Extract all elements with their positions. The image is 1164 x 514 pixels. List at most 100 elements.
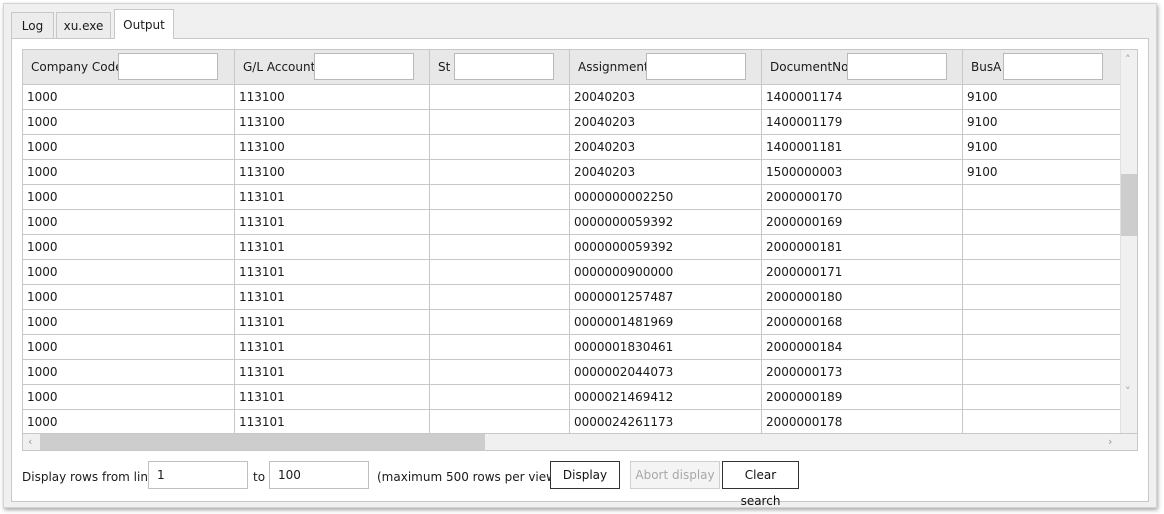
table-cell[interactable] bbox=[963, 235, 1120, 259]
table-row[interactable]: 1000 113101 0000021469412 2000000189 bbox=[23, 385, 1120, 410]
table-row[interactable]: 1000 113101 0000000059392 2000000181 bbox=[23, 235, 1120, 260]
table-cell[interactable]: 1000 bbox=[23, 135, 235, 159]
table-cell[interactable] bbox=[963, 285, 1120, 309]
filter-documentno[interactable] bbox=[847, 53, 947, 80]
filter-assignment[interactable] bbox=[646, 53, 746, 80]
table-cell[interactable]: 1400001174 bbox=[762, 85, 963, 109]
table-cell[interactable]: 9100 bbox=[963, 135, 1120, 159]
table-cell[interactable]: 1000 bbox=[23, 335, 235, 359]
column-header-documentno[interactable]: DocumentNo bbox=[762, 50, 963, 84]
column-header-st[interactable]: St bbox=[430, 50, 570, 84]
table-cell[interactable]: 1000 bbox=[23, 285, 235, 309]
table-cell[interactable] bbox=[963, 360, 1120, 384]
table-cell[interactable]: 1000 bbox=[23, 260, 235, 284]
table-cell[interactable]: 113100 bbox=[235, 110, 430, 134]
table-cell[interactable]: 0000000059392 bbox=[570, 235, 762, 259]
table-cell[interactable]: 2000000173 bbox=[762, 360, 963, 384]
table-row[interactable]: 1000 113101 0000001481969 2000000168 bbox=[23, 310, 1120, 335]
table-cell[interactable] bbox=[430, 310, 570, 334]
tab-xu-exe[interactable]: xu.exe bbox=[56, 12, 111, 38]
column-header-gl-account[interactable]: G/L Account bbox=[235, 50, 430, 84]
from-line-input[interactable]: 1 bbox=[148, 461, 248, 489]
table-row[interactable]: 1000 113101 0000000900000 2000000171 bbox=[23, 260, 1120, 285]
table-row[interactable]: 1000 113101 0000000059392 2000000169 bbox=[23, 210, 1120, 235]
table-cell[interactable] bbox=[963, 260, 1120, 284]
table-cell[interactable] bbox=[430, 85, 570, 109]
table-cell[interactable] bbox=[430, 110, 570, 134]
table-cell[interactable] bbox=[430, 235, 570, 259]
filter-company-code[interactable] bbox=[118, 53, 218, 80]
table-row[interactable]: 1000 113100 20040203 1400001179 9100 bbox=[23, 110, 1120, 135]
abort-display-button[interactable]: Abort display bbox=[630, 461, 720, 489]
vertical-scroll-thumb[interactable] bbox=[1121, 174, 1137, 236]
table-cell[interactable]: 113100 bbox=[235, 85, 430, 109]
table-cell[interactable]: 113101 bbox=[235, 210, 430, 234]
table-cell[interactable] bbox=[430, 360, 570, 384]
table-cell[interactable] bbox=[963, 210, 1120, 234]
table-cell[interactable]: 113101 bbox=[235, 360, 430, 384]
chevron-right-icon[interactable]: › bbox=[1108, 436, 1112, 448]
table-cell[interactable]: 2000000180 bbox=[762, 285, 963, 309]
tab-output[interactable]: Output bbox=[114, 9, 174, 39]
table-cell[interactable] bbox=[430, 385, 570, 409]
table-cell[interactable]: 113101 bbox=[235, 285, 430, 309]
table-cell[interactable]: 20040203 bbox=[570, 85, 762, 109]
tab-log[interactable]: Log bbox=[11, 12, 54, 38]
table-cell[interactable]: 113101 bbox=[235, 310, 430, 334]
chevron-down-icon[interactable]: ˅ bbox=[1125, 386, 1131, 398]
table-cell[interactable]: 0000000059392 bbox=[570, 210, 762, 234]
table-cell[interactable] bbox=[430, 410, 570, 434]
chevron-up-icon[interactable]: ˄ bbox=[1125, 54, 1131, 66]
table-cell[interactable]: 1000 bbox=[23, 85, 235, 109]
table-cell[interactable]: 0000001481969 bbox=[570, 310, 762, 334]
table-cell[interactable]: 113101 bbox=[235, 185, 430, 209]
table-cell[interactable]: 1000 bbox=[23, 110, 235, 134]
table-row[interactable]: 1000 113100 20040203 1400001181 9100 bbox=[23, 135, 1120, 160]
table-cell[interactable]: 1000 bbox=[23, 235, 235, 259]
table-cell[interactable] bbox=[430, 185, 570, 209]
table-cell[interactable] bbox=[430, 160, 570, 184]
table-cell[interactable] bbox=[963, 185, 1120, 209]
filter-st[interactable] bbox=[454, 53, 554, 80]
table-cell[interactable]: 2000000168 bbox=[762, 310, 963, 334]
table-cell[interactable]: 1000 bbox=[23, 360, 235, 384]
table-cell[interactable] bbox=[430, 260, 570, 284]
table-cell[interactable]: 1400001181 bbox=[762, 135, 963, 159]
table-cell[interactable]: 0000024261173 bbox=[570, 410, 762, 434]
table-cell[interactable]: 113101 bbox=[235, 260, 430, 284]
vertical-scrollbar[interactable]: ˄ ˅ bbox=[1120, 50, 1137, 433]
table-cell[interactable] bbox=[430, 335, 570, 359]
table-cell[interactable]: 113100 bbox=[235, 160, 430, 184]
table-cell[interactable]: 0000000002250 bbox=[570, 185, 762, 209]
table-cell[interactable]: 2000000169 bbox=[762, 210, 963, 234]
table-cell[interactable]: 0000021469412 bbox=[570, 385, 762, 409]
table-cell[interactable]: 9100 bbox=[963, 110, 1120, 134]
table-row[interactable]: 1000 113100 20040203 1500000003 9100 bbox=[23, 160, 1120, 185]
column-header-busa[interactable]: BusA bbox=[963, 50, 1120, 84]
column-header-assignment[interactable]: Assignment bbox=[570, 50, 762, 84]
column-header-company-code[interactable]: Company Code bbox=[23, 50, 235, 84]
table-cell[interactable]: 1000 bbox=[23, 210, 235, 234]
table-cell[interactable]: 1500000003 bbox=[762, 160, 963, 184]
table-row[interactable]: 1000 113101 0000001830461 2000000184 bbox=[23, 335, 1120, 360]
table-row[interactable]: 1000 113101 0000024261173 2000000178 bbox=[23, 410, 1120, 435]
table-cell[interactable]: 0000001257487 bbox=[570, 285, 762, 309]
table-cell[interactable]: 113100 bbox=[235, 135, 430, 159]
table-cell[interactable]: 113101 bbox=[235, 235, 430, 259]
table-cell[interactable] bbox=[430, 135, 570, 159]
table-cell[interactable]: 1400001179 bbox=[762, 110, 963, 134]
table-cell[interactable]: 9100 bbox=[963, 160, 1120, 184]
table-cell[interactable]: 113101 bbox=[235, 385, 430, 409]
to-line-input[interactable]: 100 bbox=[269, 461, 369, 489]
table-cell[interactable]: 2000000189 bbox=[762, 385, 963, 409]
filter-gl-account[interactable] bbox=[314, 53, 414, 80]
table-cell[interactable] bbox=[963, 410, 1120, 434]
table-cell[interactable]: 2000000170 bbox=[762, 185, 963, 209]
table-row[interactable]: 1000 113101 0000002044073 2000000173 bbox=[23, 360, 1120, 385]
table-row[interactable]: 1000 113101 0000000002250 2000000170 bbox=[23, 185, 1120, 210]
filter-busa[interactable] bbox=[1003, 53, 1103, 80]
table-cell[interactable] bbox=[430, 285, 570, 309]
table-cell[interactable]: 113101 bbox=[235, 335, 430, 359]
table-cell[interactable]: 0000000900000 bbox=[570, 260, 762, 284]
table-cell[interactable]: 20040203 bbox=[570, 160, 762, 184]
